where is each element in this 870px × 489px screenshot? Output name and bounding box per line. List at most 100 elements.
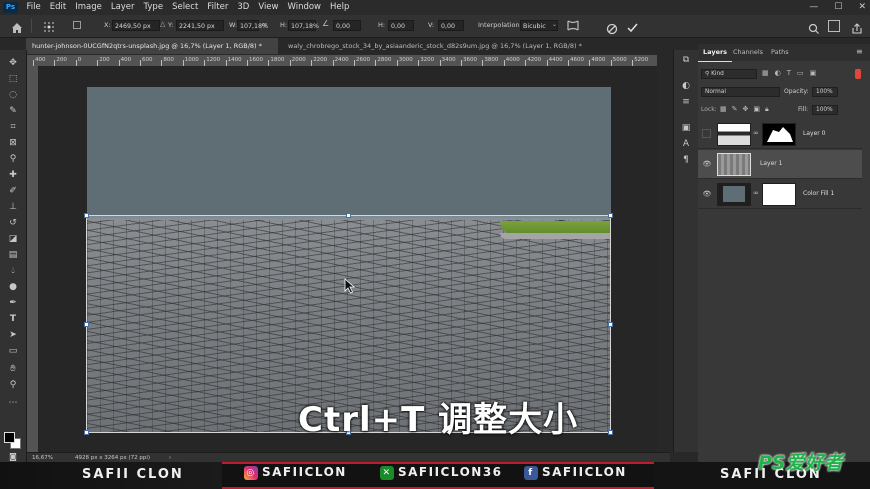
transform-handle-left[interactable] bbox=[84, 322, 89, 327]
tab-waly-chrobrego[interactable]: waly_chrobrego_stock_34_by_asiaanderic_s… bbox=[282, 38, 597, 66]
quick-selection-tool-icon[interactable]: ✎ bbox=[5, 104, 21, 118]
x-field[interactable]: 2469,50 px bbox=[112, 20, 160, 31]
w-field[interactable]: 107,18% bbox=[237, 20, 268, 31]
type-filter-icon[interactable]: T bbox=[787, 69, 791, 79]
layer-mask-thumbnail[interactable] bbox=[762, 123, 796, 146]
checkmark-icon[interactable] bbox=[626, 19, 639, 33]
maximize-icon[interactable]: ☐ bbox=[834, 0, 842, 15]
cancel-icon[interactable] bbox=[606, 20, 618, 35]
transform-handle-top-left[interactable] bbox=[84, 213, 89, 218]
layer-name[interactable]: Layer 1 bbox=[760, 160, 782, 167]
transform-handle-bottom-left[interactable] bbox=[84, 430, 89, 435]
dodge-tool-icon[interactable]: ● bbox=[5, 280, 21, 294]
kind-filter[interactable]: ⚲ Kind bbox=[701, 69, 757, 79]
blur-tool-icon[interactable]: 💧︎ bbox=[5, 264, 21, 278]
workspace-icon[interactable] bbox=[828, 20, 840, 32]
eyedropper-tool-icon[interactable]: ⚲ bbox=[5, 152, 21, 166]
foreground-color-swatch[interactable] bbox=[4, 432, 15, 443]
warp-icon[interactable] bbox=[566, 18, 580, 33]
layer-row-selected[interactable]: 👁︎ Layer 1 bbox=[698, 150, 862, 179]
properties-icon[interactable]: ≡ bbox=[679, 96, 693, 109]
clone-stamp-tool-icon[interactable]: ⊥ bbox=[5, 200, 21, 214]
paragraph-icon[interactable]: ¶ bbox=[679, 154, 693, 167]
photoshop-logo-icon[interactable]: Ps bbox=[3, 2, 18, 13]
marquee-tool-icon[interactable]: ⬚ bbox=[5, 72, 21, 86]
history-icon[interactable]: ⧉ bbox=[679, 54, 693, 67]
healing-brush-tool-icon[interactable]: ✚ bbox=[5, 168, 21, 182]
h-skew-field[interactable]: 0,00 bbox=[388, 20, 414, 31]
menu-image[interactable]: Image bbox=[71, 0, 107, 15]
transform-handle-right[interactable] bbox=[608, 322, 613, 327]
history-brush-tool-icon[interactable]: ↺ bbox=[5, 216, 21, 230]
eraser-tool-icon[interactable]: ◪ bbox=[5, 232, 21, 246]
angle-field[interactable]: 0,00 bbox=[333, 20, 361, 31]
minimize-icon[interactable]: — bbox=[809, 0, 818, 15]
lock-artboard-icon[interactable]: ▣ bbox=[753, 105, 760, 114]
path-selection-tool-icon[interactable]: ➤ bbox=[5, 328, 21, 342]
blend-mode-select[interactable]: Normal bbox=[701, 87, 780, 97]
close-icon[interactable]: ✕ bbox=[858, 0, 866, 15]
share-icon[interactable] bbox=[850, 20, 864, 34]
link-icon[interactable]: ∞ bbox=[261, 20, 268, 29]
y-field[interactable]: 2241,50 px bbox=[176, 20, 224, 31]
frame-tool-icon[interactable]: ⊠ bbox=[5, 136, 21, 150]
eye-icon[interactable]: 👁︎ bbox=[702, 189, 712, 199]
tab-channels[interactable]: Channels bbox=[728, 44, 768, 61]
smart-object-filter-icon[interactable]: ▣ bbox=[810, 69, 817, 79]
layer-name[interactable]: Layer 0 bbox=[803, 130, 825, 137]
transform-handle-bottom-right[interactable] bbox=[608, 430, 613, 435]
layer-mask-thumbnail[interactable] bbox=[762, 183, 796, 206]
link-icon[interactable]: ∞ bbox=[753, 189, 759, 197]
brush-tool-icon[interactable]: ✐ bbox=[5, 184, 21, 198]
menu-edit[interactable]: Edit bbox=[45, 0, 70, 15]
lock-image-icon[interactable]: ✎ bbox=[732, 105, 738, 114]
h-field[interactable]: 107,18% bbox=[288, 20, 319, 31]
lock-position-icon[interactable]: ✥ bbox=[743, 105, 749, 114]
menu-layer[interactable]: Layer bbox=[106, 0, 139, 15]
menu-type[interactable]: Type bbox=[139, 0, 168, 15]
pen-tool-icon[interactable]: ✒ bbox=[5, 296, 21, 310]
pixel-filter-icon[interactable]: ▦ bbox=[762, 69, 769, 79]
gradient-tool-icon[interactable]: ▤ bbox=[5, 248, 21, 262]
rectangle-tool-icon[interactable]: ▭ bbox=[5, 344, 21, 358]
v-skew-field[interactable]: 0,00 bbox=[438, 20, 464, 31]
hand-tool-icon[interactable]: ✋︎ bbox=[5, 362, 21, 376]
home-icon[interactable] bbox=[10, 19, 24, 33]
menu-view[interactable]: View bbox=[254, 0, 283, 15]
menu-file[interactable]: File bbox=[22, 0, 45, 15]
layer-name[interactable]: Color Fill 1 bbox=[803, 190, 834, 197]
menu-3d[interactable]: 3D bbox=[233, 0, 254, 15]
link-icon[interactable]: ∞ bbox=[753, 129, 759, 137]
search-icon[interactable] bbox=[808, 20, 820, 34]
menu-filter[interactable]: Filter bbox=[203, 0, 233, 15]
tab-layers[interactable]: Layers bbox=[698, 44, 733, 62]
transform-handle-top-right[interactable] bbox=[608, 213, 613, 218]
zoom-tool-icon[interactable]: ⚲ bbox=[5, 378, 21, 392]
layer-row[interactable]: 👁︎ ∞ Color Fill 1 bbox=[698, 180, 862, 209]
tab-paths[interactable]: Paths bbox=[766, 44, 794, 61]
eye-icon[interactable]: 👁︎ bbox=[702, 159, 712, 169]
lasso-tool-icon[interactable]: ◌ bbox=[5, 88, 21, 102]
reference-point-icon[interactable] bbox=[42, 19, 56, 33]
character-icon[interactable]: A bbox=[679, 138, 693, 151]
menu-select[interactable]: Select bbox=[168, 0, 203, 15]
menu-help[interactable]: Help bbox=[326, 0, 354, 15]
crop-tool-icon[interactable]: ⌗ bbox=[5, 120, 21, 134]
layer-row[interactable]: ∞ Layer 0 bbox=[698, 120, 862, 149]
type-tool-icon[interactable]: T bbox=[5, 312, 21, 326]
adjustment-filter-icon[interactable]: ◐ bbox=[775, 69, 781, 79]
shape-filter-icon[interactable]: ▭ bbox=[797, 69, 804, 79]
menu-window[interactable]: Window bbox=[283, 0, 326, 15]
filter-toggle[interactable] bbox=[855, 69, 861, 79]
panel-menu-icon[interactable]: ≡ bbox=[856, 47, 863, 56]
libraries-icon[interactable]: ▣ bbox=[679, 122, 693, 135]
more-tools-icon[interactable]: ⋯ bbox=[5, 396, 21, 410]
adjustments-icon[interactable]: ◐ bbox=[679, 80, 693, 93]
opacity-field[interactable]: 100% bbox=[812, 87, 838, 97]
tab-hunter-johnson[interactable]: hunter-johnson-0UCGfN2qtrs-unsplash.jpg … bbox=[26, 38, 278, 66]
fill-layer-thumbnail[interactable] bbox=[717, 183, 751, 206]
triangle-icon[interactable]: △ bbox=[160, 20, 165, 28]
visibility-toggle-off[interactable] bbox=[702, 129, 711, 138]
fill-field[interactable]: 100% bbox=[812, 105, 838, 115]
use-reference-checkbox[interactable] bbox=[73, 21, 81, 29]
